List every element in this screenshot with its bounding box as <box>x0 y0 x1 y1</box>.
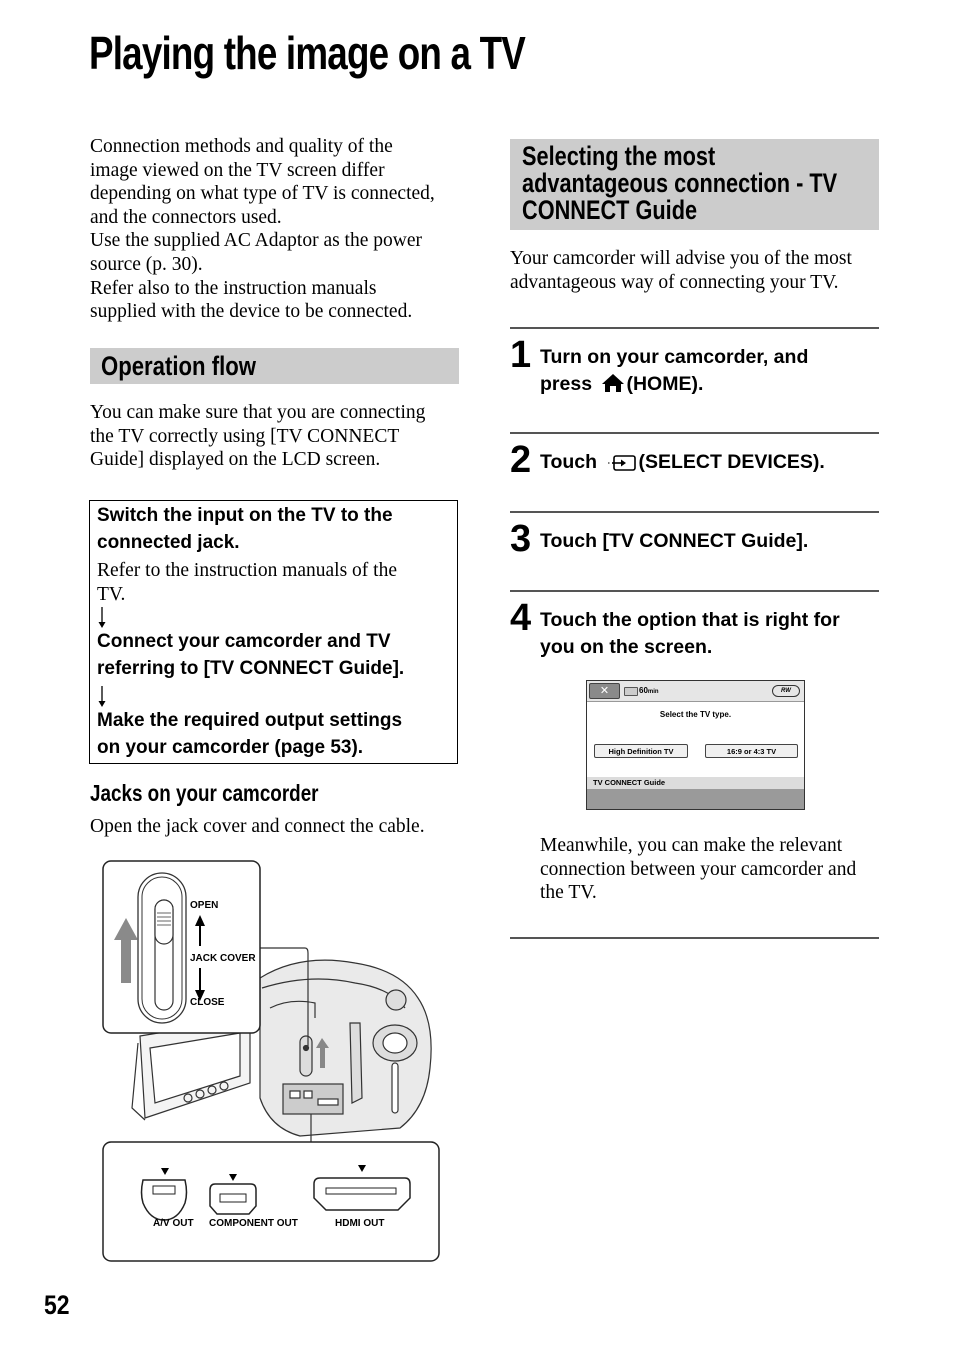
lcd-prompt: Select the TV type. <box>659 710 732 719</box>
flow-step-3-line: on your camcorder (page 53). <box>97 737 364 758</box>
description-line: Your camcorder will advise you of the mo… <box>510 248 852 269</box>
component-out-label: COMPONENT OUT <box>209 1218 298 1229</box>
operation-flow-heading-bar: Operation flow <box>90 348 459 384</box>
heading-line: CONNECT Guide <box>522 195 698 225</box>
operation-flow-heading: Operation flow <box>101 351 256 381</box>
intro-line: Use the supplied AC Adaptor as the power <box>90 230 422 252</box>
tv-connect-guide-description: Your camcorder will advise you of the mo… <box>510 247 882 294</box>
down-arrow-icon <box>98 686 106 707</box>
heading-line: Selecting the most <box>522 141 716 171</box>
battery-icon <box>624 687 638 696</box>
close-label: CLOSE <box>190 997 225 1008</box>
description-line: Guide] displayed on the LCD screen. <box>90 449 381 471</box>
description-line: You can make sure that you are connectin… <box>90 402 426 423</box>
jack-cover-label: JACK COVER <box>190 953 256 964</box>
heading-line: advantageous connection - TV <box>522 168 838 198</box>
step-4-line: you on the screen. <box>540 636 713 658</box>
lcd-status-bar: ✕ 60min RW <box>587 681 804 702</box>
flow-step-1-line: connected jack. <box>97 532 240 553</box>
intro-line: Refer also to the instruction manuals <box>90 277 377 299</box>
step-divider <box>510 432 879 434</box>
remaining-value: 60 <box>639 686 648 695</box>
step-1-line-2: press (HOME). <box>540 371 703 398</box>
meanwhile-line: connection between your camcorder and <box>540 858 857 880</box>
flow-step-1-note: Refer to the instruction manuals of the <box>97 560 398 581</box>
step-divider <box>510 590 879 592</box>
step-2-line: Touch (SELECT DEVICES). <box>540 449 825 476</box>
slider-knob <box>154 899 174 945</box>
lcd-remaining-time: 60min <box>639 685 659 698</box>
lcd-footer-title: TV CONNECT Guide <box>587 777 804 789</box>
page-title: Playing the image on a TV <box>89 27 526 79</box>
tv-connect-guide-heading-bar: Selecting the most advantageous connecti… <box>510 139 879 230</box>
section-end-divider <box>510 937 879 939</box>
intro-line: source (p. 30). <box>90 253 203 275</box>
intro-paragraph: Connection methods and quality of the im… <box>90 135 462 324</box>
remaining-unit: min <box>647 689 659 695</box>
home-icon <box>602 374 625 392</box>
operation-flow-description: You can make sure that you are connectin… <box>90 401 462 472</box>
select-devices-icon <box>608 455 637 471</box>
meanwhile-line: the TV. <box>540 882 597 904</box>
flow-step-2-line: Connect your camcorder and TV <box>97 631 391 652</box>
jacks-description: Open the jack cover and connect the cabl… <box>90 816 425 837</box>
intro-line: image viewed on the TV screen differ <box>90 159 385 181</box>
step-1-number: 1 <box>510 334 532 376</box>
meanwhile-paragraph: Meanwhile, you can make the relevant con… <box>540 834 885 905</box>
camcorder-jack-illustration: OPEN JACK COVER CLOSE A/V OUT COMPONENT … <box>100 858 445 1266</box>
step-divider <box>510 511 879 513</box>
step-2-touch: Touch <box>540 451 598 473</box>
step-2-number: 2 <box>510 439 532 481</box>
intro-line: Connection methods and quality of the <box>90 136 393 157</box>
step-1-press: press <box>540 373 593 395</box>
description-line: advantageous way of connecting your TV. <box>510 271 839 293</box>
down-arrow-icon <box>98 607 106 628</box>
lcd-bottom-bar <box>587 789 804 809</box>
page-number: 52 <box>44 1290 70 1320</box>
lcd-close-button[interactable]: ✕ <box>589 683 620 699</box>
media-rw-badge: RW <box>772 685 800 697</box>
description-line: the TV correctly using [TV CONNECT <box>90 425 400 447</box>
hdmi-out-label: HDMI OUT <box>335 1218 385 1229</box>
jacks-heading: Jacks on your camcorder <box>90 780 319 806</box>
open-label: OPEN <box>190 900 219 911</box>
camcorder-drawing <box>102 860 440 1262</box>
flow-step-1-note: TV. <box>97 584 126 605</box>
tv-connect-guide-heading: Selecting the most advantageous connecti… <box>522 143 883 224</box>
high-definition-tv-button[interactable]: High Definition TV <box>594 744 688 758</box>
meanwhile-line: Meanwhile, you can make the relevant <box>540 835 843 856</box>
intro-line: depending on what type of TV is connecte… <box>90 183 435 205</box>
intro-line: supplied with the device to be connected… <box>90 301 413 323</box>
step-3-number: 3 <box>510 518 532 560</box>
step-1-home: (HOME). <box>626 373 704 395</box>
step-4-line: Touch the option that is right for <box>540 609 840 631</box>
step-4-number: 4 <box>510 597 532 639</box>
intro-line: and the connectors used. <box>90 206 282 228</box>
step-2-select-devices: (SELECT DEVICES). <box>638 451 825 473</box>
flow-step-1-line: Switch the input on the TV to the <box>97 505 393 526</box>
step-1-line: Turn on your camcorder, and <box>540 346 809 368</box>
av-out-label: A/V OUT <box>153 1218 194 1229</box>
step-3-line: Touch [TV CONNECT Guide]. <box>540 530 809 552</box>
standard-tv-button[interactable]: 16:9 or 4:3 TV <box>705 744 798 758</box>
operation-flow-box: Switch the input on the TV to the connec… <box>89 500 458 764</box>
flow-step-3-line: Make the required output settings <box>97 710 403 731</box>
flow-step-2-line: referring to [TV CONNECT Guide]. <box>97 658 405 679</box>
step-divider <box>510 327 879 329</box>
lcd-screen-mockup: ✕ 60min RW Select the TV type. High Defi… <box>586 680 805 810</box>
